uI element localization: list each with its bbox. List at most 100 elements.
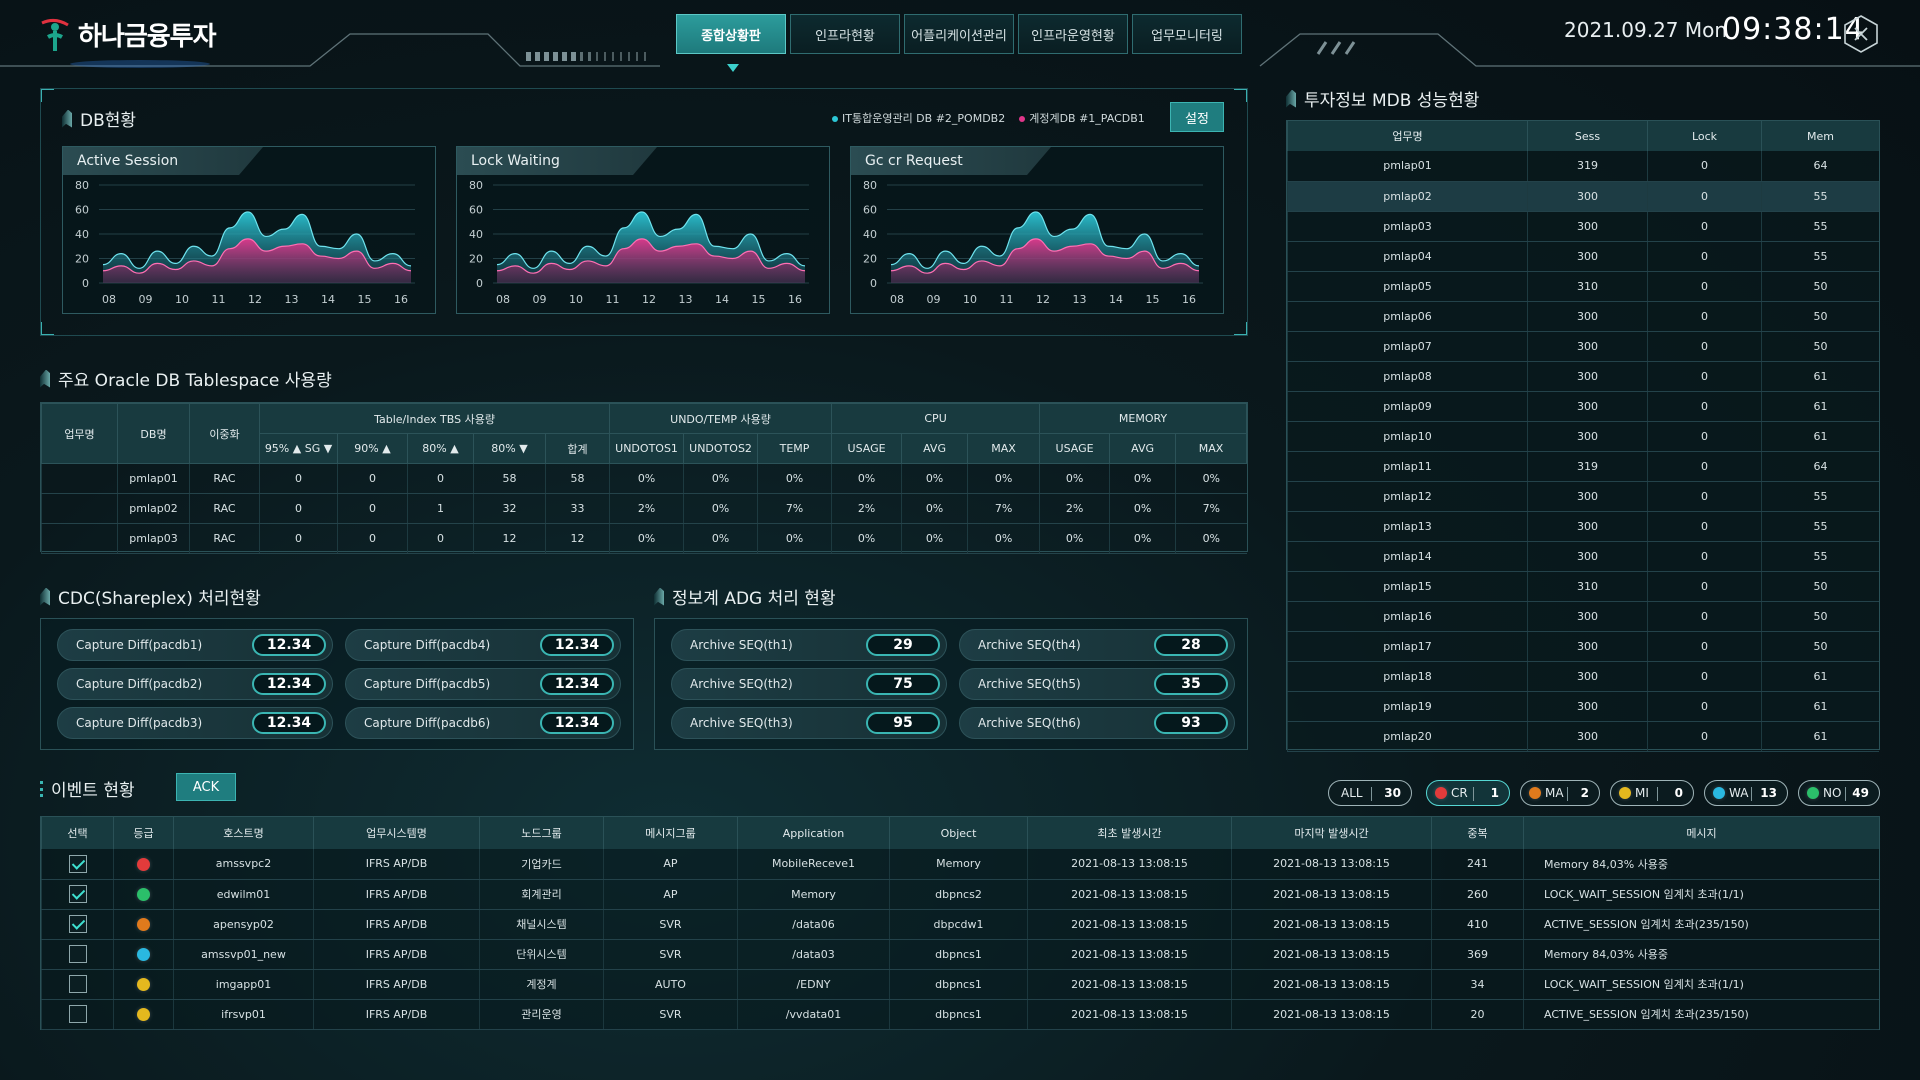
event-row[interactable]: edwilm01 IFRS AP/DB 회계관리 AP Memory dbpncs2 202…	[41, 879, 1879, 910]
mdb-header[interactable]: Lock	[1647, 121, 1762, 151]
mdb-row[interactable]: pmlap05 310 0 50	[1287, 271, 1879, 302]
table-cell: RAC	[189, 493, 260, 524]
table-row[interactable]: pmlap01 RAC 0 0 0 58 58 0% 0% 0% 0% 0% 0% 0% 0% 0%	[41, 463, 1247, 494]
adg-item: Archive SEQ(th2) 75	[671, 668, 947, 700]
event-header[interactable]: 메시지그룹	[603, 817, 738, 849]
mdb-cell: 61	[1761, 391, 1879, 422]
settings-button[interactable]: 설정	[1170, 102, 1224, 132]
tab-work-monitoring[interactable]: 업무모니터링	[1132, 14, 1242, 54]
filter-cr[interactable]: CR 1	[1426, 780, 1510, 806]
th-sub[interactable]: 80% ▼	[473, 433, 546, 464]
row-checkbox[interactable]	[68, 915, 87, 933]
y-tick-label: 0	[82, 277, 89, 290]
mdb-row[interactable]: pmlap09 300 0 61	[1287, 391, 1879, 422]
row-checkbox[interactable]	[68, 1005, 87, 1023]
filter-no[interactable]: NO 49	[1798, 780, 1880, 806]
mdb-row[interactable]: pmlap15 310 0 50	[1287, 571, 1879, 602]
th-sub[interactable]: USAGE	[831, 433, 903, 464]
table-cell: 32	[473, 493, 546, 524]
row-checkbox[interactable]	[68, 945, 87, 963]
event-header[interactable]: 선택	[41, 817, 114, 849]
th-sub[interactable]: 90% ▲	[337, 433, 408, 464]
mdb-row[interactable]: pmlap18 300 0 61	[1287, 661, 1879, 692]
mdb-row[interactable]: pmlap02 300 0 55	[1287, 181, 1879, 212]
event-cell: Memory	[737, 879, 890, 910]
event-header[interactable]: 호스트명	[173, 817, 314, 849]
mdb-row[interactable]: pmlap20 300 0 61	[1287, 721, 1879, 752]
th-sub[interactable]: USAGE	[1039, 433, 1111, 464]
mdb-header[interactable]: 업무명	[1287, 121, 1528, 151]
mdb-row[interactable]: pmlap10 300 0 61	[1287, 421, 1879, 452]
event-row[interactable]: amssvp01_new IFRS AP/DB 단위시스템 SVR/data03 dbp…	[41, 939, 1879, 970]
table-cell: 0%	[1175, 463, 1247, 494]
mdb-row[interactable]: pmlap08 300 0 61	[1287, 361, 1879, 392]
event-header[interactable]: 등급	[113, 817, 174, 849]
event-row[interactable]: imgapp01 IFRS AP/DB 계정계 AUTO/EDNY dbpncs1 202…	[41, 969, 1879, 1000]
event-header[interactable]: Object	[889, 817, 1028, 849]
mdb-row[interactable]: pmlap17 300 0 50	[1287, 631, 1879, 662]
mdb-cell: 319	[1527, 151, 1648, 182]
filter-divider	[1371, 787, 1372, 801]
y-tick-label: 80	[863, 179, 877, 192]
filter-all[interactable]: ALL 30	[1328, 780, 1412, 806]
mdb-row[interactable]: pmlap07 300 0 50	[1287, 331, 1879, 362]
th-sub[interactable]: AVG	[901, 433, 969, 464]
tab-application[interactable]: 어플리케이션관리	[904, 14, 1014, 54]
mdb-row[interactable]: pmlap03 300 0 55	[1287, 211, 1879, 242]
mdb-row[interactable]: pmlap13 300 0 55	[1287, 511, 1879, 542]
select-cell	[41, 849, 114, 880]
close-icon[interactable]	[1842, 14, 1880, 54]
event-cell: dbpncs1	[889, 969, 1028, 1000]
tab-infra-status[interactable]: 인프라현황	[790, 14, 900, 54]
tab-infra-operation[interactable]: 인프라운영현황	[1018, 14, 1128, 54]
x-tick-label: 12	[642, 293, 656, 306]
event-header[interactable]: 업무시스템명	[313, 817, 480, 849]
th-sub[interactable]: 95% ▲ SG ▼	[259, 433, 338, 464]
event-table: 선택 등급 호스트명 업무시스템명 노드그룹 메시지그룹 Application Object…	[41, 817, 1879, 1030]
select-cell	[41, 909, 114, 940]
filter-divider	[1567, 787, 1568, 801]
row-checkbox[interactable]	[68, 885, 87, 903]
ack-button[interactable]: ACK	[176, 773, 236, 801]
table-cell: 7%	[757, 493, 832, 524]
th-sub[interactable]: TEMP	[757, 433, 833, 464]
mdb-header[interactable]: Sess	[1527, 121, 1648, 151]
mdb-row[interactable]: pmlap16 300 0 50	[1287, 601, 1879, 632]
table-row[interactable]: pmlap03 RAC 0 0 0 12 12 0% 0% 0% 0% 0% 0% 0% 0% 0%	[41, 523, 1247, 554]
event-row[interactable]: apensyp02 IFRS AP/DB 채널시스템 SVR/data06 dbpcdw…	[41, 909, 1879, 940]
tab-overview[interactable]: 종합상황판	[676, 14, 786, 54]
filter-mi[interactable]: MI 0	[1610, 780, 1694, 806]
th-sub[interactable]: 합계	[544, 433, 611, 464]
th-sub[interactable]: AVG	[1109, 433, 1177, 464]
event-header[interactable]: 최초 발생시간	[1027, 817, 1232, 849]
th-sub[interactable]: 80% ▲	[407, 433, 474, 464]
mdb-row[interactable]: pmlap11 319 0 64	[1287, 451, 1879, 482]
event-row[interactable]: ifrsvp01 IFRS AP/DB 관리운영 SVR/vvdata01 dbpncs…	[41, 999, 1879, 1030]
th-sub[interactable]: MAX	[1175, 433, 1247, 464]
filter-wa[interactable]: WA 13	[1704, 780, 1788, 806]
row-checkbox[interactable]	[68, 975, 87, 993]
event-header[interactable]: 메시지	[1523, 817, 1879, 849]
adg-label: Archive SEQ(th5)	[978, 677, 1081, 691]
mdb-row[interactable]: pmlap19 300 0 61	[1287, 691, 1879, 722]
mdb-row[interactable]: pmlap04 300 0 55	[1287, 241, 1879, 272]
mdb-row[interactable]: pmlap06 300 0 50	[1287, 301, 1879, 332]
mdb-header[interactable]: Mem	[1761, 121, 1879, 151]
mdb-row[interactable]: pmlap12 300 0 55	[1287, 481, 1879, 512]
event-header[interactable]: Application	[737, 817, 890, 849]
table-row[interactable]: pmlap02 RAC 0 0 1 32 33 2% 0% 7% 2% 0% 7% 2% 0% 7%	[41, 493, 1247, 524]
brand-logo[interactable]: 하나금융투자	[38, 12, 217, 56]
th-sub[interactable]: MAX	[967, 433, 1041, 464]
event-header[interactable]: 마지막 발생시간	[1231, 817, 1432, 849]
row-checkbox[interactable]	[68, 854, 87, 873]
mdb-row[interactable]: pmlap14 300 0 55	[1287, 541, 1879, 572]
x-tick-label: 08	[890, 293, 904, 306]
event-header[interactable]: 중복	[1431, 817, 1524, 849]
event-header[interactable]: 노드그룹	[479, 817, 604, 849]
event-row[interactable]: amssvpc2 IFRS AP/DB 기업카드 AP MobileReceve1 Mem…	[41, 849, 1879, 880]
filter-ma[interactable]: MA 2	[1520, 780, 1600, 806]
th-sub[interactable]: UNDOTOS1	[609, 433, 685, 464]
mdb-row[interactable]: pmlap01 319 0 64	[1287, 151, 1879, 182]
mdb-cell: 319	[1527, 451, 1648, 482]
th-sub[interactable]: UNDOTOS2	[683, 433, 759, 464]
